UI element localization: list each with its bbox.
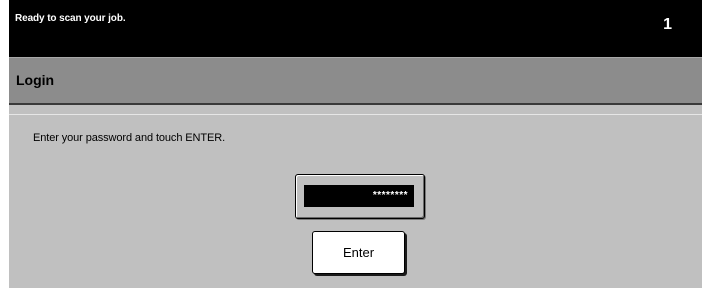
password-field-button[interactable]: ******** xyxy=(295,174,425,219)
device-screen: Ready to scan your job. 1 Login Enter yo… xyxy=(9,0,702,288)
status-bar: Ready to scan your job. 1 xyxy=(9,0,702,57)
enter-button[interactable]: Enter xyxy=(312,231,405,274)
login-panel: Enter your password and touch ENTER. ***… xyxy=(9,114,702,288)
page-title: Login xyxy=(16,72,55,88)
title-bar: Login xyxy=(9,57,702,105)
status-message: Ready to scan your job. xyxy=(15,13,126,24)
divider xyxy=(9,105,702,114)
instruction-text: Enter your password and touch ENTER. xyxy=(33,132,226,144)
password-input[interactable]: ******** xyxy=(304,185,414,207)
job-count: 1 xyxy=(663,16,672,33)
